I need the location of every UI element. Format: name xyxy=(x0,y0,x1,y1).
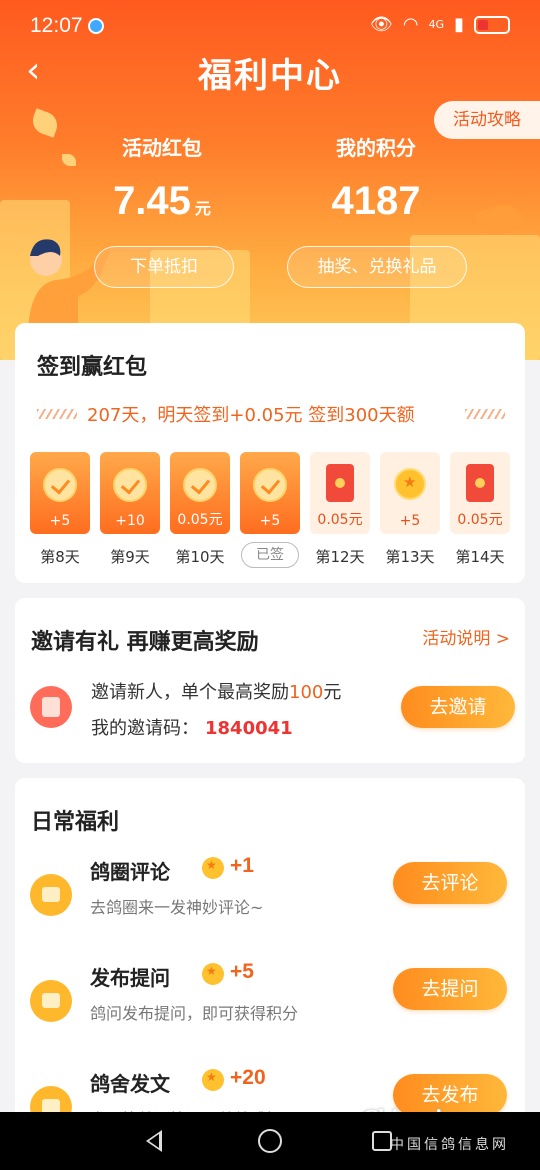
daily-card: 日常福利 鸽圈评论 +1 去鸽圈来一发神妙评论~ 去评论发布提问 +5 鸽问发布提问，即可… xyxy=(15,778,525,1138)
task-desc: 去鸽圈来一发神妙评论~ xyxy=(90,898,264,917)
task-points: +5 xyxy=(230,960,254,983)
checkin-day: +10 第9天 xyxy=(100,452,160,567)
checkin-day: 0.05元第12天 xyxy=(310,452,370,567)
day-label: 第10天 xyxy=(175,548,225,566)
task-points: +20 xyxy=(230,1066,266,1089)
page-title: 福利中心 xyxy=(198,56,342,96)
checkin-tile: 0.05元 xyxy=(310,452,370,534)
checkin-reward: +5 xyxy=(259,513,281,529)
invite-code-label: 我的邀请码： xyxy=(91,718,199,739)
notification-icon xyxy=(88,18,104,34)
checkin-marquee: 207天，明天签到+0.05元 签到300天额 xyxy=(15,399,525,429)
stripe-decor xyxy=(465,409,505,419)
exchange-button[interactable]: 抽奖、兑换礼品 xyxy=(287,246,467,288)
checkin-tile: +10 xyxy=(100,452,160,534)
checkin-card: 签到赢红包 207天，明天签到+0.05元 签到300天额 +5 第8天 +10 第9… xyxy=(15,323,525,583)
checkin-tile: 0.05元 xyxy=(450,452,510,534)
coin-icon xyxy=(202,857,224,879)
check-icon xyxy=(43,468,77,502)
stripe-decor xyxy=(37,409,77,419)
checkin-reward: 0.05元 xyxy=(457,512,503,528)
task-button[interactable]: 去评论 xyxy=(393,862,507,904)
task-points: +1 xyxy=(230,854,254,877)
checkin-tile: 0.05元 xyxy=(170,452,230,534)
day-label: 第9天 xyxy=(110,548,150,566)
invite-amount: 100 xyxy=(289,682,324,703)
coin-icon xyxy=(202,963,224,985)
wifi-icon: ◠ xyxy=(402,14,419,35)
invite-code: 1840041 xyxy=(205,718,293,739)
checkin-day: 0.05元第10天 xyxy=(170,452,230,567)
checkin-tile: +5 xyxy=(380,452,440,534)
checkin-day: +5 第8天 xyxy=(30,452,90,567)
daily-title: 日常福利 xyxy=(31,810,120,835)
checkin-reward: +5 xyxy=(399,513,421,529)
gift-icon xyxy=(30,686,72,728)
checkin-title: 签到赢红包 xyxy=(37,355,148,380)
signed-badge: 已签 xyxy=(241,542,299,568)
nav-home-icon[interactable] xyxy=(258,1129,282,1153)
checkin-days: +5 第8天 +10 第9天 0.05元第10天 +5 已签 0.05元第12天 +5 第13天 0… xyxy=(30,452,510,572)
nav-back-icon[interactable] xyxy=(146,1130,162,1152)
day-label: 第13天 xyxy=(385,548,435,566)
checkin-day: 0.05元第14天 xyxy=(450,452,510,567)
checkin-tile: +5 xyxy=(30,452,90,534)
task-row: 发布提问 +5 鸽问发布提问，即可获得积分 去提问 xyxy=(15,960,525,1042)
task-name: 鸽圈评论 xyxy=(90,860,170,884)
status-bar: 12:07 👁 ◠ 4G ▮ xyxy=(0,0,540,52)
day-label: 第12天 xyxy=(315,548,365,566)
checkin-reward: +5 xyxy=(49,513,71,529)
task-icon xyxy=(30,874,72,916)
redpacket-unit: 元 xyxy=(194,201,211,218)
task-name: 鸽舍发文 xyxy=(90,1072,170,1096)
eye-icon: 👁 xyxy=(369,14,393,35)
network-label: 4G xyxy=(428,18,445,31)
task-row: 鸽圈评论 +1 去鸽圈来一发神妙评论~ 去评论 xyxy=(15,854,525,936)
red-packet-icon xyxy=(466,464,494,502)
points-label: 我的积分 xyxy=(336,136,416,160)
task-desc: 鸽问发布提问，即可获得积分 xyxy=(90,1004,299,1023)
redpacket-stat: 活动红包 7.45 元 xyxy=(52,132,272,224)
checkin-reward: 0.05元 xyxy=(177,512,223,528)
check-icon xyxy=(183,468,217,502)
points-value: 4187 xyxy=(331,179,421,223)
invite-button[interactable]: 去邀请 xyxy=(401,686,515,728)
checkin-day: +5 第13天 xyxy=(380,452,440,567)
status-time: 12:07 xyxy=(30,14,83,37)
invite-title: 邀请有礼 再赚更高奖励 xyxy=(31,630,259,655)
coin-icon xyxy=(394,468,426,500)
checkin-day: +5 已签 xyxy=(240,452,300,568)
redpacket-label: 活动红包 xyxy=(122,136,202,160)
invite-card: 邀请有礼 再赚更高奖励 活动说明 > 邀请新人，单个最高奖励100元 我的邀请码… xyxy=(15,598,525,763)
invite-code-row: 我的邀请码： 1840041 xyxy=(91,714,293,740)
red-packet-icon xyxy=(326,464,354,502)
task-name: 发布提问 xyxy=(90,966,170,990)
task-button[interactable]: 去提问 xyxy=(393,968,507,1010)
checkin-reward: +10 xyxy=(115,513,145,529)
checkin-reward: 0.05元 xyxy=(317,512,363,528)
redpacket-value: 7.45 元 xyxy=(113,179,211,223)
deduct-button[interactable]: 下单抵扣 xyxy=(94,246,234,288)
watermark-sub: 中国信鸽信息网 xyxy=(390,1137,509,1153)
rules-link[interactable]: 活动说明 > xyxy=(422,624,510,649)
day-label: 第14天 xyxy=(455,548,505,566)
points-stat: 我的积分 4187 xyxy=(266,132,486,224)
checkin-tile: +5 xyxy=(240,452,300,534)
check-icon xyxy=(113,468,147,502)
battery-icon xyxy=(474,15,510,34)
marquee-text: 207天，明天签到+0.05元 签到300天额 xyxy=(87,405,415,426)
signal-icon: ▮ xyxy=(454,14,464,35)
invite-desc: 邀请新人，单个最高奖励100元 xyxy=(91,682,342,703)
day-label: 第8天 xyxy=(40,548,80,566)
check-icon xyxy=(253,468,287,502)
nav-recent-icon[interactable] xyxy=(372,1131,392,1151)
coin-icon xyxy=(202,1069,224,1091)
task-icon xyxy=(30,980,72,1022)
